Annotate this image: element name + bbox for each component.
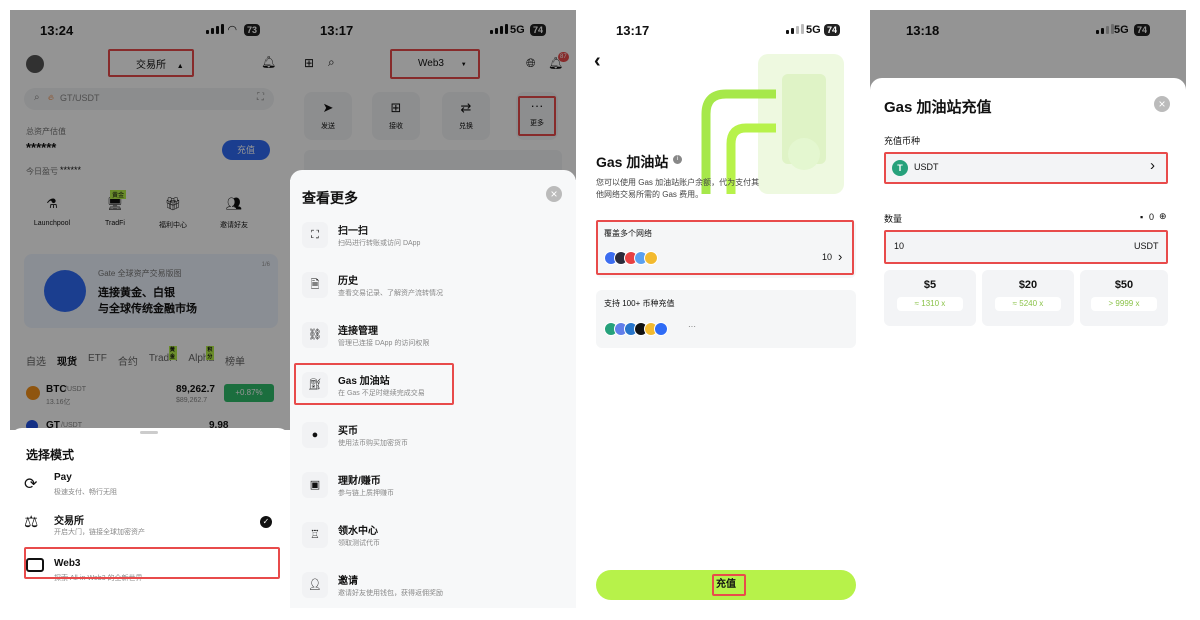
mode-item-pay[interactable]: ⟳ Pay 极速支付、畅行无阻 — [24, 470, 274, 502]
menu-item-desc: 查看交易记录、了解资产流转情况 — [338, 290, 443, 297]
preset-estimate: ≈ 1310 x — [897, 297, 963, 311]
overlay-dim[interactable] — [290, 10, 576, 180]
mode-sheet: 选择模式 ⟳ Pay 极速支付、畅行无阻 ⚖ 交易所 开启大门，链接全球加密资产… — [10, 428, 290, 608]
mode-desc: 极速支付、畅行无阻 — [54, 489, 117, 496]
battery-indicator: 74 — [824, 24, 841, 36]
status-time: 13:17 — [616, 23, 650, 38]
sheet-handle[interactable] — [140, 431, 158, 434]
sheet-title: 选择模式 — [26, 448, 75, 462]
preset-5[interactable]: $5 ≈ 1310 x — [884, 270, 976, 326]
description-line2: 他网络交易所需的 Gas 费用。 — [596, 190, 704, 199]
highlight-amount — [884, 230, 1168, 264]
coins-card[interactable]: 支持 100+ 币种充值 ··· — [596, 290, 856, 348]
earn-icon: ▣ — [302, 472, 328, 498]
preset-amount: $20 — [1018, 279, 1038, 291]
screen-exchange: 13:24 ◠ 73 交易所 ▲ 🔔︎ ⌕ 🔥︎ GT/USDT ⛶ 总资产估值… — [10, 10, 290, 608]
screen-gas-recharge: 13:18 5G 74 Gas 加油站充值 × 充值币种 T USDT › 数量… — [870, 10, 1186, 608]
candlestick-icon: ⚖ — [24, 514, 39, 531]
sheet-title: 查看更多 — [302, 190, 358, 206]
coins-label: 支持 100+ 币种充值 — [604, 299, 675, 308]
mode-name: Pay — [54, 472, 72, 483]
buy-coin-icon: ● — [302, 422, 328, 448]
highlight-web3 — [24, 547, 280, 579]
menu-item-title: 买币 — [338, 426, 358, 437]
info-icon[interactable]: i — [673, 155, 682, 164]
faucet-icon: ♖ — [302, 522, 328, 548]
preset-50[interactable]: $50 > 9999 x — [1080, 270, 1168, 326]
history-icon: 🗎︎ — [302, 272, 328, 298]
highlight-networks — [596, 220, 854, 275]
recharge-sheet: Gas 加油站充值 × 充值币种 T USDT › 数量 ▪ 0 ⊕ 10 US… — [870, 78, 1186, 608]
network-label: 5G — [806, 24, 821, 36]
screen-web3: 13:17 5G 74 ⊞ ⌕ Web3 ▼ 🌐︎ 🔔︎ 87 ➤ 发送 ⊞ 接… — [290, 10, 576, 608]
preset-estimate: ≈ 5240 x — [995, 297, 1061, 311]
menu-item-title: 扫一扫 — [338, 226, 368, 237]
menu-item-title: 领水中心 — [338, 526, 378, 537]
close-icon[interactable]: × — [546, 186, 562, 202]
back-icon[interactable]: ‹ — [594, 50, 601, 73]
link-icon: ⛓ — [302, 322, 328, 348]
menu-item-desc: 领取测试代币 — [338, 540, 380, 547]
mode-item-exchange[interactable]: ⚖ 交易所 开启大门，链接全球加密资产 ✓ — [24, 510, 274, 542]
sheet-title: Gas 加油站充值 — [884, 99, 992, 116]
menu-item-title: 历史 — [338, 276, 358, 287]
preset-amount: $50 — [1114, 279, 1134, 291]
menu-item-buy[interactable]: ● 买币 使用法币购买加密货币 — [302, 420, 562, 452]
overlay-dim[interactable] — [10, 10, 290, 430]
menu-item-invite[interactable]: 👤︎ 邀请 邀请好友使用钱包，获得返佣奖励 — [302, 570, 562, 602]
description-line1: 您可以使用 Gas 加油站账户余额，代为支付其 — [596, 178, 760, 187]
preset-20[interactable]: $20 ≈ 5240 x — [982, 270, 1074, 326]
check-icon: ✓ — [260, 516, 272, 528]
coin-icon — [654, 322, 668, 336]
menu-item-history[interactable]: 🗎︎ 历史 查看交易记录、了解资产流转情况 — [302, 270, 562, 302]
balance-value: 0 — [1149, 212, 1155, 222]
scan-icon: ⛶ — [302, 222, 328, 248]
menu-item-title: 邀请 — [338, 576, 358, 587]
screen-gas-station: 13:17 5G 74 ‹ Gas 加油站 i 您可以使用 Gas 加油站账户余… — [586, 10, 866, 608]
highlight-recharge — [712, 574, 746, 596]
menu-item-desc: 管理已连接 DApp 的访问权限 — [338, 340, 430, 347]
status-bar: 13:17 5G 74 — [586, 10, 866, 46]
mode-name: 交易所 — [54, 516, 84, 527]
invite-add-icon: 👤︎ — [302, 572, 328, 598]
more-coins: ··· — [688, 322, 696, 331]
menu-item-desc: 扫码进行转账或访问 DApp — [338, 240, 421, 247]
mode-desc: 开启大门，链接全球加密资产 — [54, 529, 145, 536]
menu-item-title: 连接管理 — [338, 326, 378, 337]
page-title: Gas 加油站 — [596, 154, 669, 170]
coin-icons — [604, 322, 668, 341]
preset-amount: $5 — [923, 279, 937, 291]
wallet-small-icon: ▪ — [1140, 212, 1144, 222]
close-icon[interactable]: × — [1154, 96, 1170, 112]
menu-item-desc: 邀请好友使用钱包，获得返佣奖励 — [338, 590, 443, 597]
menu-item-desc: 参与链上质押赚币 — [338, 490, 394, 497]
highlight-coin-select — [884, 152, 1168, 184]
pay-icon: ⟳ — [24, 476, 38, 493]
highlight-gas-station — [294, 363, 454, 405]
menu-item-earn[interactable]: ▣ 理财/赚币 参与链上质押赚币 — [302, 470, 562, 502]
coin-label: 充值币种 — [884, 136, 921, 146]
menu-item-faucet[interactable]: ♖ 领水中心 领取测试代币 — [302, 520, 562, 552]
menu-item-desc: 使用法币购买加密货币 — [338, 440, 408, 447]
menu-item-connections[interactable]: ⛓ 连接管理 管理已连接 DApp 的访问权限 — [302, 320, 562, 352]
more-sheet: 查看更多 × ⛶ 扫一扫 扫码进行转账或访问 DApp 🗎︎ 历史 查看交易记录… — [290, 170, 576, 608]
amount-label: 数量 — [884, 214, 903, 224]
preset-estimate: > 9999 x — [1091, 297, 1157, 311]
add-balance-icon[interactable]: ⊕ — [1159, 211, 1167, 222]
menu-item-scan[interactable]: ⛶ 扫一扫 扫码进行转账或访问 DApp — [302, 220, 562, 252]
signal-icon — [786, 24, 804, 34]
menu-item-title: 理财/赚币 — [338, 476, 381, 487]
